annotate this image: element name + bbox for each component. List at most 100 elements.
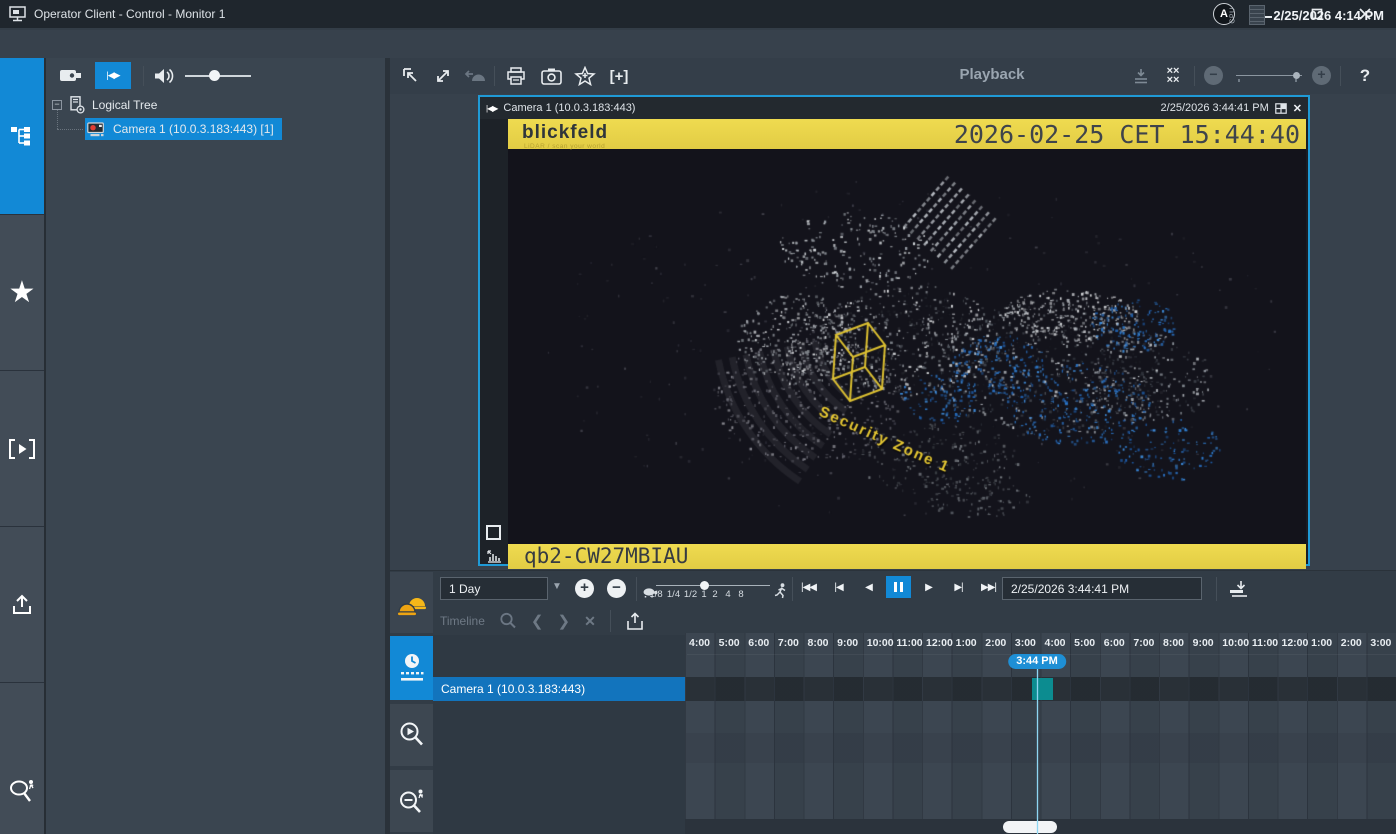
toolbar-divider — [143, 66, 144, 86]
instant-playback-button[interactable]: |◀▶ — [95, 62, 131, 89]
show-alarm-pane-button[interactable] — [462, 64, 488, 88]
ruler-hour-label: 4:00 — [687, 633, 717, 654]
blickfeld-logo: blickfeld — [522, 122, 608, 144]
image-panes-icon — [9, 439, 35, 459]
playback-time-input[interactable] — [1002, 577, 1202, 600]
ruler-hour-label: 1:00 — [954, 633, 984, 654]
sidebar-tab-image-panes[interactable] — [0, 371, 44, 527]
sidebar-tab-favorites[interactable]: ★ — [0, 215, 44, 371]
ruler-hour-label: 9:00 — [1191, 633, 1221, 654]
playhead-line[interactable] — [1037, 669, 1038, 834]
speed-label-1[interactable]: 1 — [699, 589, 709, 600]
timeline-scrollbar[interactable] — [685, 819, 1396, 834]
sidebar-tab-search[interactable] — [0, 683, 44, 834]
tab-timeline[interactable] — [390, 636, 433, 700]
lidar-point-cloud-canvas[interactable] — [508, 149, 1306, 539]
server-icon — [68, 96, 86, 114]
ruler-hour-label: 10:00 — [1220, 633, 1250, 654]
operator-client-window: { "titlebar": { "title": "Operator Clien… — [0, 0, 1396, 834]
ruler-hour-label: 8:00 — [1161, 633, 1191, 654]
timeline-clock-icon — [399, 653, 425, 683]
play-forward-button[interactable]: ▶ — [916, 576, 941, 598]
speed-label-2[interactable]: 2 — [709, 589, 721, 600]
tab-video-search[interactable] — [390, 704, 433, 766]
add-bookmark-button[interactable]: [+] — [606, 64, 632, 88]
pane-layout-icon[interactable] — [1275, 103, 1287, 114]
volume-slider-thumb[interactable] — [209, 70, 220, 81]
increase-rows-button[interactable]: + — [1312, 66, 1331, 85]
speed-slider-track[interactable] — [656, 585, 770, 586]
video-pane[interactable]: |◀▶ Camera 1 (10.0.3.183:443) 2/25/2026 … — [478, 95, 1310, 566]
pane-close-icon[interactable]: ✕ — [1293, 102, 1302, 115]
export-video-icon[interactable] — [625, 612, 645, 631]
tree-camera-row[interactable]: Camera 1 (10.0.3.183:443) [1] — [85, 118, 282, 140]
sidebar-tab-logical-tree[interactable] — [0, 58, 44, 215]
tree-root-row[interactable]: Logical Tree — [68, 96, 157, 114]
recording-block[interactable] — [1032, 678, 1053, 700]
snapshot-button[interactable] — [538, 64, 564, 88]
timeline-grid[interactable]: 4:005:006:007:008:009:0010:0011:0012:001… — [685, 633, 1396, 834]
tab-forensic-search[interactable] — [390, 770, 433, 832]
help-button[interactable]: ? — [1352, 64, 1378, 88]
tree-expand-toggle[interactable]: − — [52, 100, 62, 110]
osd-top-banner: blickfeld LiDAR / scan your world 2026-0… — [508, 119, 1306, 149]
restore-pane-button[interactable] — [398, 64, 424, 88]
add-favorite-button[interactable] — [572, 64, 598, 88]
step-back-button[interactable]: |◀ — [826, 576, 851, 598]
timeline-scrollbar-thumb[interactable] — [1003, 821, 1057, 833]
titlebar: Operator Client - Control - Monitor 1 A — [0, 0, 1396, 28]
timeline-zoom-out-button[interactable]: − — [607, 579, 626, 598]
speed-label-1-2[interactable]: 1/2 — [682, 589, 699, 600]
zone-display-toggle[interactable] — [486, 525, 501, 540]
close-all-row: ×× — [1167, 76, 1180, 85]
video-pane-strip — [480, 119, 508, 564]
ruler-hour-label: 5:00 — [1072, 633, 1102, 654]
video-content[interactable]: blickfeld LiDAR / scan your world 2026-0… — [508, 119, 1306, 564]
ruler-hour-label: 11:00 — [1250, 633, 1280, 654]
export-upload-icon — [10, 593, 34, 617]
next-event-button[interactable]: ❯ — [557, 612, 570, 630]
tree-root-label: Logical Tree — [92, 98, 157, 112]
timeline-range-select[interactable]: 1 Day — [440, 577, 548, 600]
print-button[interactable] — [503, 64, 529, 88]
load-video-icon[interactable] — [1228, 580, 1248, 598]
alarm-indicator[interactable] — [390, 572, 433, 633]
rows-slider-thumb[interactable] — [1293, 72, 1300, 79]
timeline-search-icon[interactable] — [499, 612, 517, 630]
playhead-time-badge[interactable]: 3:44 PM — [1008, 654, 1066, 669]
compact-panes-button[interactable] — [1128, 64, 1154, 88]
controls-divider — [636, 577, 637, 601]
ruler-hour-label: 2:00 — [1339, 633, 1369, 654]
sidebar-tab-exports[interactable] — [0, 527, 44, 683]
track-band — [685, 733, 1396, 763]
timeline-camera-row[interactable]: Camera 1 (10.0.3.183:443) — [433, 677, 685, 701]
jump-to-end-button[interactable]: ▶▶| — [976, 576, 1001, 598]
clear-search-button[interactable]: ✕ — [584, 613, 596, 630]
audio-button[interactable] — [152, 66, 178, 86]
speed-label-1-8[interactable]: 1/8 — [647, 589, 665, 600]
pause-button[interactable] — [886, 576, 911, 598]
speed-label-8[interactable]: 8 — [735, 589, 747, 600]
speed-label-4[interactable]: 4 — [721, 589, 735, 600]
range-chevron-down-icon[interactable]: ▼ — [552, 581, 562, 592]
pane-playback-icon: |◀▶ — [486, 104, 497, 113]
play-backward-button[interactable]: ◀ — [856, 576, 881, 598]
jump-to-start-button[interactable]: |◀◀ — [796, 576, 821, 598]
video-pane-header[interactable]: |◀▶ Camera 1 (10.0.3.183:443) 2/25/2026 … — [480, 97, 1308, 119]
timeline-subtoolbar: Timeline ❮ ❯ ✕ — [440, 609, 645, 633]
image-pane-workspace: |◀▶ Camera 1 (10.0.3.183:443) 2/25/2026 … — [390, 94, 1396, 570]
previous-event-button[interactable]: ❮ — [531, 612, 544, 630]
histogram-icon[interactable] — [485, 547, 502, 563]
step-forward-button[interactable]: ▶| — [946, 576, 971, 598]
decrease-rows-button[interactable]: − — [1204, 66, 1223, 85]
speed-label-1-4[interactable]: 1/4 — [665, 589, 682, 600]
camera-icon — [59, 68, 83, 84]
camera-device-icon — [87, 121, 107, 138]
ruler-hour-label: 8:00 — [806, 633, 836, 654]
camera-view-button[interactable] — [56, 64, 86, 88]
time-ruler[interactable]: 4:005:006:007:008:009:0010:0011:0012:001… — [687, 633, 1396, 655]
ruler-hour-label: 9:00 — [835, 633, 865, 654]
close-all-panes-button[interactable]: ×× ×× — [1160, 64, 1186, 88]
timeline-zoom-in-button[interactable]: + — [575, 579, 594, 598]
fullscreen-button[interactable] — [430, 64, 456, 88]
